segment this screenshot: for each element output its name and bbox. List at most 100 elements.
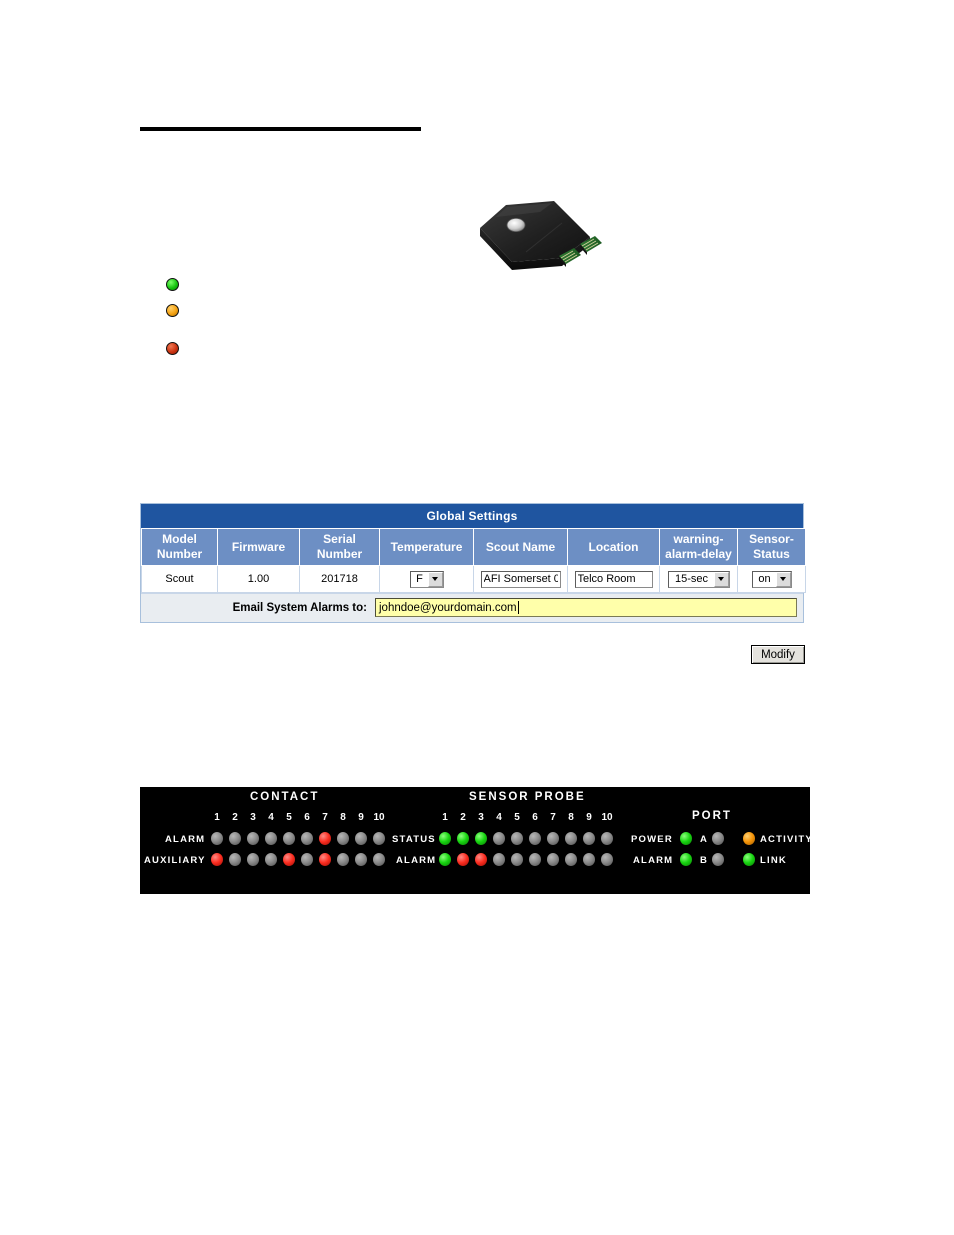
modify-button[interactable]: Modify — [751, 645, 805, 664]
text-caret — [517, 601, 519, 614]
temperature-select[interactable]: F — [409, 570, 444, 588]
column-header-serial-number: Serial Number — [299, 528, 380, 566]
sensor-col-num-2: 2 — [460, 812, 466, 823]
section-divider-rule — [140, 127, 421, 131]
contact-group-title: CONTACT — [250, 791, 320, 803]
contact-alarm-led-10 — [373, 832, 385, 845]
column-header-location: Location — [567, 528, 660, 566]
contact-alarm-led-5 — [283, 832, 295, 845]
sensor-status-select[interactable]: on — [751, 570, 792, 588]
contact-alarm-led-8 — [337, 832, 349, 845]
table-row: Scout 1.00 201718 F 15-sec — [141, 565, 806, 593]
scout-name-input[interactable] — [480, 570, 561, 588]
table-header-row: Model Number Firmware Serial Number Temp… — [141, 528, 806, 566]
contact-col-num-4: 4 — [268, 812, 274, 823]
legend-green-status-led — [166, 278, 179, 291]
sensor-col-num-3: 3 — [478, 812, 484, 823]
contact-col-num-7: 7 — [322, 812, 328, 823]
cell-firmware: 1.00 — [217, 565, 300, 593]
email-alarms-row: Email System Alarms to: johndoe@yourdoma… — [141, 593, 803, 622]
warning-alarm-delay-select-value: 15-sec — [674, 572, 709, 585]
port-alarm-led — [680, 853, 692, 866]
contact-auxiliary-led-10 — [373, 853, 385, 866]
port-activity-led — [743, 832, 755, 845]
contact-col-num-5: 5 — [286, 812, 292, 823]
port-link-label: LINK — [760, 855, 787, 866]
sensor-status-led-3 — [475, 832, 487, 845]
port-a-label: A — [700, 834, 709, 845]
legend-amber-warning-led — [166, 304, 179, 317]
column-header-sensor-status: Sensor-Status — [737, 528, 806, 566]
contact-col-num-3: 3 — [250, 812, 256, 823]
port-power-led — [680, 832, 692, 845]
sensor-status-led-7 — [547, 832, 559, 845]
cell-serial-number: 201718 — [299, 565, 380, 593]
contact-auxiliary-led-6 — [301, 853, 313, 866]
contact-alarm-led-4 — [265, 832, 277, 845]
sensor-alarm-led-7 — [547, 853, 559, 866]
cell-scout-name — [473, 565, 568, 593]
sensor-status-led-4 — [493, 832, 505, 845]
chevron-down-icon[interactable] — [427, 571, 443, 587]
column-header-model-number: Model Number — [141, 528, 218, 566]
contact-alarm-led-9 — [355, 832, 367, 845]
sensor-col-num-4: 4 — [496, 812, 502, 823]
location-input[interactable] — [574, 570, 653, 588]
column-header-warning-alarm-delay: warning-alarm-delay — [659, 528, 738, 566]
contact-auxiliary-led-3 — [247, 853, 259, 866]
column-header-temperature: Temperature — [379, 528, 474, 566]
global-settings-title: Global Settings — [141, 504, 803, 528]
contact-alarm-led-7 — [319, 832, 331, 845]
sensor-alarm-led-6 — [529, 853, 541, 866]
port-b-label: B — [700, 855, 709, 866]
sensor-status-select-value: on — [758, 572, 771, 585]
sensor-alarm-led-5 — [511, 853, 523, 866]
sensor-status-led-5 — [511, 832, 523, 845]
sensor-status-led-1 — [439, 832, 451, 845]
global-settings-panel: Global Settings Model Number Firmware Se… — [140, 503, 806, 623]
contact-alarm-led-1 — [211, 832, 223, 845]
sensor-status-led-8 — [565, 832, 577, 845]
temperature-select-value: F — [416, 572, 423, 585]
port-a-led — [712, 832, 724, 845]
contact-auxiliary-led-4 — [265, 853, 277, 866]
port-b-led — [712, 853, 724, 866]
column-header-firmware: Firmware — [217, 528, 300, 566]
sensor-alarm-led-3 — [475, 853, 487, 866]
sensor-col-num-7: 7 — [550, 812, 556, 823]
email-alarms-input-value: johndoe@yourdomain.com — [379, 601, 517, 614]
sensor-col-num-6: 6 — [532, 812, 538, 823]
contact-alarm-led-2 — [229, 832, 241, 845]
warning-alarm-delay-select[interactable]: 15-sec — [667, 570, 730, 588]
led-status-panel: CONTACT SENSOR PROBE PORT 1 2 3 4 5 6 7 … — [140, 787, 812, 894]
sensor-alarm-led-9 — [583, 853, 595, 866]
sensor-alarm-led-1 — [439, 853, 451, 866]
sensor-col-num-8: 8 — [568, 812, 574, 823]
contact-auxiliary-led-1 — [211, 853, 223, 866]
sensor-status-led-9 — [583, 832, 595, 845]
email-alarms-label: Email System Alarms to: — [232, 601, 367, 614]
contact-col-num-2: 2 — [232, 812, 238, 823]
contact-auxiliary-led-7 — [319, 853, 331, 866]
port-link-led — [743, 853, 755, 866]
contact-col-num-8: 8 — [340, 812, 346, 823]
email-alarms-input[interactable]: johndoe@yourdomain.com — [375, 598, 797, 617]
sensor-col-num-10: 10 — [601, 812, 613, 823]
scout-device-photo — [466, 192, 606, 278]
contact-auxiliary-led-9 — [355, 853, 367, 866]
port-group-title: PORT — [692, 810, 732, 822]
global-settings-table: Model Number Firmware Serial Number Temp… — [141, 528, 806, 593]
sensor-col-num-9: 9 — [586, 812, 592, 823]
sensor-col-num-1: 1 — [442, 812, 448, 823]
cell-sensor-status: on — [737, 565, 806, 593]
contact-col-num-6: 6 — [304, 812, 310, 823]
sensor-alarm-led-8 — [565, 853, 577, 866]
port-power-label: POWER — [631, 834, 673, 845]
cell-location — [567, 565, 660, 593]
contact-auxiliary-row-label: AUXILIARY — [144, 855, 206, 866]
sensor-alarm-row-label: ALARM — [396, 855, 437, 866]
sensor-status-led-2 — [457, 832, 469, 845]
chevron-down-icon[interactable] — [775, 571, 791, 587]
chevron-down-icon[interactable] — [713, 571, 729, 587]
contact-auxiliary-led-8 — [337, 853, 349, 866]
